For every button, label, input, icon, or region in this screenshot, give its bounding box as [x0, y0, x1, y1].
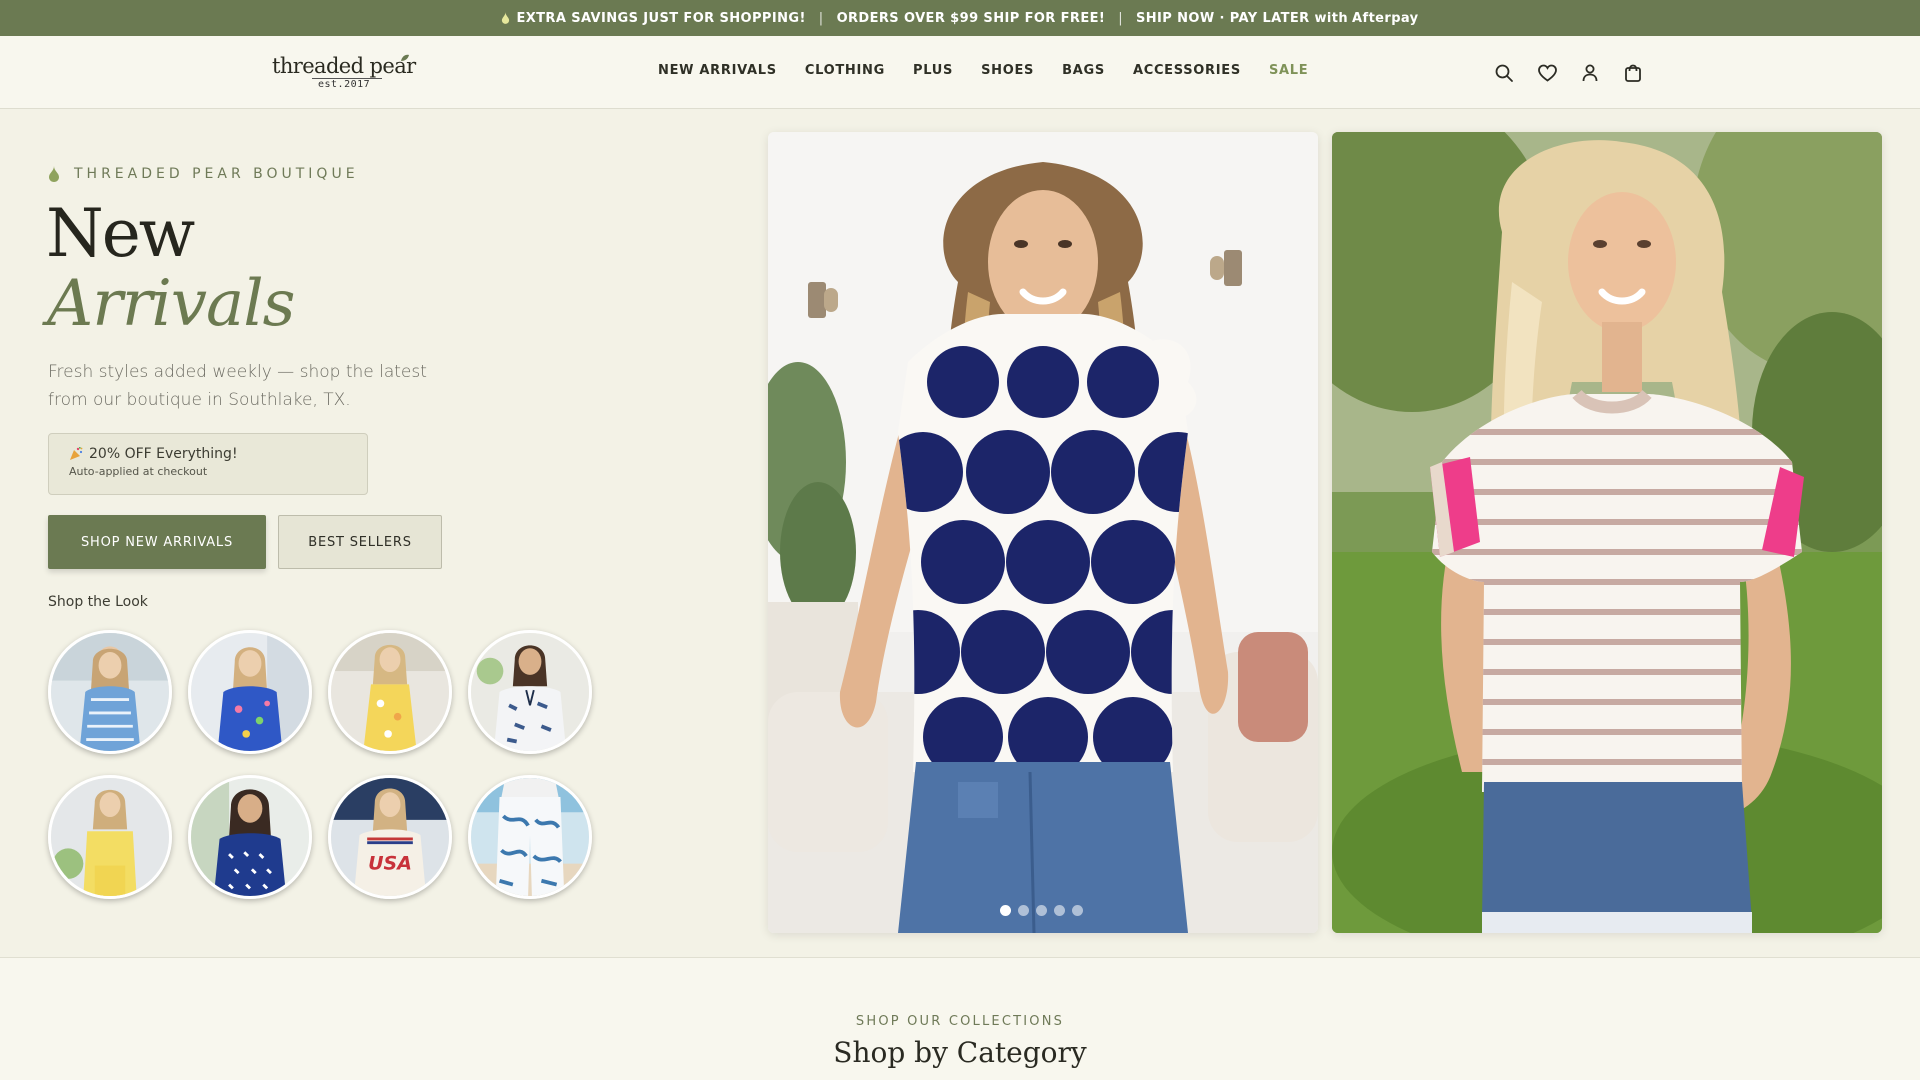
heart-icon[interactable] — [1535, 61, 1559, 85]
look-thumbnail-5[interactable] — [48, 775, 172, 899]
announcement-separator: | — [818, 10, 824, 26]
promo-title: 20% OFF Everything! — [89, 446, 238, 462]
leaf-icon — [401, 54, 409, 61]
pear-drop-icon — [502, 12, 510, 24]
collections-eyebrow: SHOP OUR COLLECTIONS — [855, 1014, 1065, 1029]
hero-title-line1: New — [46, 195, 195, 272]
logo-wordmark: threaded pear — [272, 54, 416, 78]
main-nav: NEW ARRIVALS CLOTHING PLUS SHOES BAGS AC… — [658, 63, 1308, 78]
hero-subtitle: Fresh styles added weekly — shop the lat… — [48, 362, 427, 410]
nav-accessories[interactable]: ACCESSORIES — [1133, 63, 1241, 78]
carousel-dot-5[interactable] — [1072, 905, 1083, 916]
look-thumbnail-7[interactable]: USA — [328, 775, 452, 899]
logo[interactable]: threaded pear est.2017 — [272, 54, 420, 92]
carousel-dot-4[interactable] — [1054, 905, 1065, 916]
announcement-item-savings: EXTRA SAVINGS JUST FOR SHOPPING! — [516, 10, 806, 26]
nav-shoes[interactable]: SHOES — [981, 63, 1034, 78]
hero-title-line2: Arrivals — [47, 267, 295, 341]
announcement-item-afterpay-prefix: SHIP NOW · PAY LATER with — [1136, 10, 1349, 26]
look-thumbnail-8[interactable] — [468, 775, 592, 899]
carousel-dots — [1000, 905, 1083, 916]
account-icon[interactable] — [1578, 61, 1602, 85]
promo-subtitle: Auto-applied at checkout — [69, 465, 208, 478]
hero-image-striped-tee[interactable] — [1332, 132, 1882, 933]
carousel-dot-3[interactable] — [1036, 905, 1047, 916]
shop-the-look-grid: USA — [48, 630, 608, 902]
announcement-bar: EXTRA SAVINGS JUST FOR SHOPPING! | ORDER… — [0, 0, 1920, 36]
look-thumbnail-1[interactable] — [48, 630, 172, 754]
shop-new-arrivals-button[interactable]: SHOP NEW ARRIVALS — [48, 515, 266, 569]
look-thumbnail-2[interactable] — [188, 630, 312, 754]
hero-eyebrow-text: THREADED PEAR BOUTIQUE — [74, 166, 359, 182]
search-icon[interactable] — [1492, 61, 1516, 85]
collections-section: SHOP OUR COLLECTIONS Shop by Category — [0, 957, 1920, 1080]
party-popper-icon — [70, 447, 83, 460]
afterpay-link[interactable]: Afterpay — [1352, 11, 1419, 26]
look-thumbnail-6[interactable] — [188, 775, 312, 899]
svg-text:USA: USA — [368, 852, 412, 874]
site-header: threaded pear est.2017 NEW ARRIVALS CLOT… — [0, 36, 1920, 109]
nav-plus[interactable]: PLUS — [913, 63, 953, 78]
look-thumbnail-3[interactable] — [328, 630, 452, 754]
nav-sale[interactable]: SALE — [1269, 63, 1308, 78]
promo-callout: 20% OFF Everything! Auto-applied at chec… — [48, 433, 368, 495]
best-sellers-button[interactable]: BEST SELLERS — [278, 515, 442, 569]
announcement-item-shipping: ORDERS OVER $99 SHIP FOR FREE! — [836, 10, 1106, 26]
hero-image-polka-dot-top[interactable] — [768, 132, 1318, 933]
nav-new-arrivals[interactable]: NEW ARRIVALS — [658, 63, 777, 78]
pear-drop-icon — [49, 166, 59, 182]
shop-the-look-label: Shop the Look — [48, 594, 148, 610]
look-thumbnail-4[interactable] — [468, 630, 592, 754]
announcement-separator: | — [1118, 10, 1123, 26]
hero-eyebrow: THREADED PEAR BOUTIQUE — [48, 166, 359, 182]
collections-title: Shop by Category — [833, 1036, 1087, 1069]
carousel-dot-1[interactable] — [1000, 905, 1011, 916]
nav-bags[interactable]: BAGS — [1062, 63, 1105, 78]
logo-est: est.2017 — [318, 79, 371, 90]
header-icons — [1492, 61, 1645, 85]
nav-clothing[interactable]: CLOTHING — [805, 63, 885, 78]
cart-icon[interactable] — [1621, 61, 1645, 85]
carousel-dot-2[interactable] — [1018, 905, 1029, 916]
